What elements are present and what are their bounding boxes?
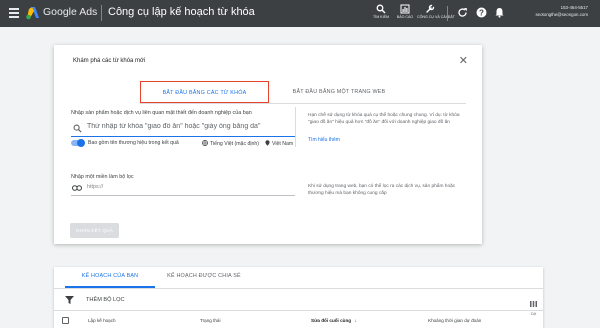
refresh-icon[interactable] xyxy=(457,7,468,18)
column-header-forecast-period[interactable]: Khoảng thời gian dự đoán xyxy=(428,318,481,323)
include-brands-toggle[interactable] xyxy=(71,139,85,147)
tools-settings-button[interactable]: CÔNG CỤ VÀ CÀI ĐẶT xyxy=(417,4,455,19)
location-pin-icon xyxy=(265,140,270,146)
header-divider xyxy=(101,5,102,21)
column-header-last-modified[interactable]: Sửa đổi cuối cùng ↓ xyxy=(311,318,357,323)
translate-icon xyxy=(202,140,208,146)
location-selector[interactable]: Việt Nam xyxy=(265,140,293,147)
header-divider xyxy=(54,310,543,311)
column-header-plan[interactable]: Lập kế hoạch xyxy=(88,318,116,323)
reports-tool-button[interactable]: BÁO CÁO xyxy=(392,4,418,19)
keyword-input[interactable] xyxy=(87,123,291,130)
sort-down-arrow-icon: ↓ xyxy=(354,318,357,323)
account-email: seotongthe@seongon.com xyxy=(535,11,588,17)
wrench-icon xyxy=(426,4,435,13)
location-value: Việt Nam xyxy=(272,141,294,147)
top-app-bar: Google Ads Công cụ lập kế hoạch từ khóa … xyxy=(0,0,600,27)
close-icon[interactable]: ✕ xyxy=(459,54,468,67)
filter-icon[interactable] xyxy=(65,296,74,304)
menu-icon[interactable] xyxy=(9,8,19,18)
columns-label: Cột xyxy=(530,312,537,316)
learn-more-link[interactable]: Tìm hiểu thêm xyxy=(308,137,340,143)
account-info[interactable]: 153-464-5517 seotongthe@seongon.com xyxy=(535,5,588,18)
search-icon xyxy=(376,4,386,14)
columns-icon xyxy=(530,301,537,307)
search-tool-button[interactable]: TÌM KIẾM xyxy=(368,4,394,19)
tab-divider xyxy=(54,288,543,289)
notifications-icon[interactable] xyxy=(494,7,505,18)
google-ads-logo[interactable] xyxy=(25,6,40,20)
tab-shared-plans[interactable]: KẾ HOẠCH ĐƯỢC CHIA SẺ xyxy=(155,273,253,288)
brand-name: Google Ads xyxy=(43,6,98,18)
keyword-help-text: Hạn chế sử dụng từ khóa quá cụ thể hoặc … xyxy=(308,113,460,125)
tab-divider xyxy=(140,103,466,104)
domain-section-label: Nhập một miền làm bộ lọc xyxy=(71,174,134,180)
keyword-section-label: Nhập sản phẩm hoặc dịch vụ liên quan mật… xyxy=(71,110,252,116)
section-divider xyxy=(295,107,296,147)
dialog-title: Khám phá các từ khóa mới xyxy=(73,58,146,64)
get-results-button[interactable]: NHẬN KẾT QUẢ xyxy=(70,223,119,238)
tab-start-with-website[interactable]: BẮT ĐẦU BẰNG MỘT TRANG WEB xyxy=(274,81,404,103)
svg-text:?: ? xyxy=(479,8,484,17)
reports-tool-label: BÁO CÁO xyxy=(396,15,414,19)
add-filter-button[interactable]: THÊM BỘ LỌC xyxy=(86,297,125,303)
keyword-discovery-dialog: Khám phá các từ khóa mới ✕ BẮT ĐẦU BẰNG … xyxy=(54,45,482,244)
plans-panel: KẾ HOẠCH CỦA BẠN KẾ HOẠCH ĐƯỢC CHIA SẺ T… xyxy=(54,267,543,328)
tab-your-plans[interactable]: KẾ HOẠCH CỦA BẠN xyxy=(65,273,155,288)
toolbar-divider xyxy=(447,6,448,21)
domain-input[interactable] xyxy=(87,184,287,190)
include-brands-label: Bao gồm tên thương hiệu trong kết quả xyxy=(88,140,179,146)
language-value: Tiếng Việt (mặc định) xyxy=(210,141,260,147)
tab-start-with-keywords[interactable]: BẮT ĐẦU BẰNG CÁC TỪ KHÓA xyxy=(140,81,269,103)
search-tool-label: TÌM KIẾM xyxy=(373,15,389,19)
select-all-checkbox[interactable] xyxy=(62,317,69,324)
tools-settings-label: CÔNG CỤ VÀ CÀI ĐẶT xyxy=(417,15,455,19)
toggle-knob xyxy=(77,139,85,147)
reports-icon xyxy=(400,4,410,14)
domain-help-text: Khi sử dụng trang web, bạn có thể lọc ra… xyxy=(308,184,456,196)
help-icon[interactable]: ? xyxy=(476,7,487,18)
language-selector[interactable]: Tiếng Việt (mặc định) xyxy=(202,140,259,147)
link-icon xyxy=(72,185,82,191)
search-icon xyxy=(73,124,82,133)
column-header-status[interactable]: Trạng thái xyxy=(200,318,221,323)
last-modified-label: Sửa đổi cuối cùng xyxy=(311,318,352,323)
page-title: Công cụ lập kế hoạch từ khóa xyxy=(108,6,255,18)
domain-input-row xyxy=(71,182,295,196)
keyword-input-row xyxy=(71,121,295,137)
columns-button[interactable]: Cột xyxy=(530,294,537,316)
